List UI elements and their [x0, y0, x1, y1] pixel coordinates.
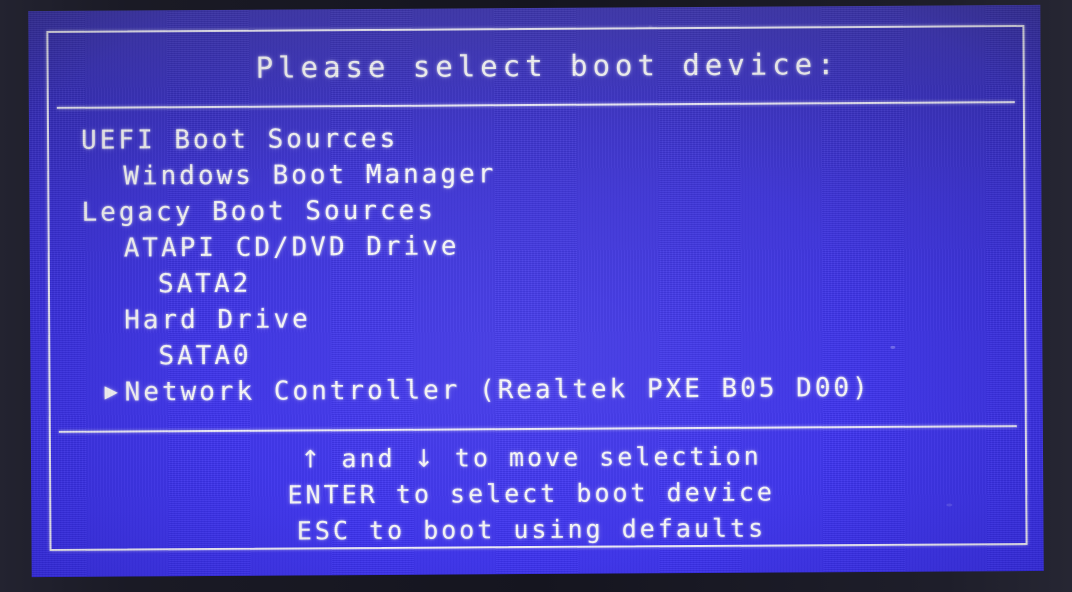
hint-line: ENTER to select boot device	[49, 473, 1027, 515]
boot-device-label: Network Controller (Realtek PXE B05 D00)	[124, 372, 871, 408]
page-title: Please select boot device:	[255, 47, 840, 85]
monitor-photo: Please select boot device: ▶UEFI Boot So…	[0, 0, 1072, 592]
hint-line: ↑ and ↓ to move selection	[49, 437, 1027, 479]
selection-arrow-icon: ▶	[104, 379, 121, 405]
boot-device-label: SATA2	[157, 268, 252, 300]
boot-device-item[interactable]: ▶ATAPI CD/DVD Drive	[82, 225, 1026, 267]
bios-content: Please select boot device: ▶UEFI Boot So…	[46, 25, 1027, 551]
boot-group-header: ▶UEFI Boot Sources	[81, 117, 1025, 159]
boot-device-item[interactable]: ▶ Network Controller (Realtek PXE B05 D00…	[83, 369, 1027, 411]
arrow-up-icon: ↑	[300, 445, 324, 474]
boot-device-label: UEFI Boot Sources	[80, 123, 399, 156]
boot-device-item[interactable]: ▶SATA0	[82, 333, 1026, 375]
hint-text: ENTER to select boot device	[287, 477, 776, 510]
boot-device-label: ATAPI CD/DVD Drive	[123, 231, 460, 264]
hint-line: ESC to boot using defaults	[49, 509, 1027, 551]
hint-text: ESC to boot using defaults	[296, 513, 767, 546]
title-area: Please select boot device:	[46, 25, 1024, 107]
boot-device-label: Windows Boot Manager	[123, 159, 497, 192]
boot-device-label: Legacy Boot Sources	[81, 195, 437, 228]
boot-group-header: ▶Legacy Boot Sources	[81, 189, 1025, 231]
bios-screen: Please select boot device: ▶UEFI Boot So…	[28, 4, 1044, 578]
hint-text: and	[323, 443, 414, 474]
boot-device-item[interactable]: ▶SATA2	[82, 261, 1026, 303]
boot-device-label: SATA0	[158, 340, 252, 372]
arrow-down-icon: ↓	[413, 444, 437, 473]
hint-text: to move selection	[436, 441, 762, 473]
boot-device-item[interactable]: ▶Hard Drive	[82, 297, 1026, 339]
boot-device-item[interactable]: ▶Windows Boot Manager	[81, 153, 1025, 195]
footer-hints: ↑ and ↓ to move selection ENTER to select…	[49, 427, 1028, 551]
boot-device-label: Hard Drive	[124, 304, 311, 336]
boot-device-list: ▶UEFI Boot Sources▶Windows Boot Manager▶…	[47, 103, 1027, 431]
